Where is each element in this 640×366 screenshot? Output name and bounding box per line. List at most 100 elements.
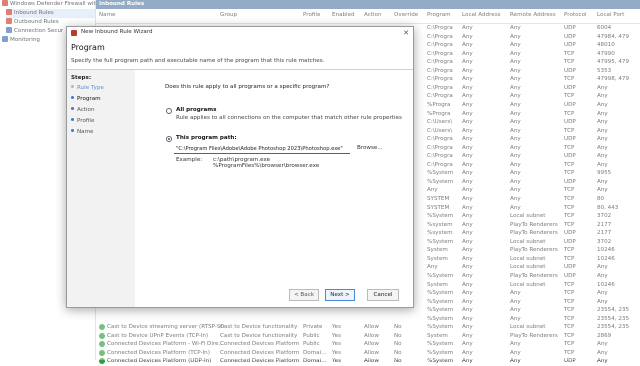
table-row[interactable]: %System Any Any TCP 23554, 235 [96, 315, 640, 324]
cell-protocol: UDP [564, 136, 576, 143]
cell-remote-address: Local subnet [510, 264, 546, 271]
program-path-input[interactable] [174, 144, 350, 154]
table-row[interactable]: Connected Devices Platform (TCP-In) Conne… [96, 349, 640, 358]
dialog-titlebar[interactable]: New Inbound Rule Wizard ✕ [67, 27, 413, 39]
column-header-override[interactable]: Override [394, 12, 418, 18]
column-header-protocol[interactable]: Protocol [564, 12, 587, 18]
cell-action: Allow [364, 341, 379, 348]
cell-remote-address: Any [510, 153, 521, 160]
cell-local-port: 80, 443 [597, 204, 619, 211]
all-programs-description: Rule applies to all connections on the c… [176, 115, 402, 121]
cell-local-address: Any [462, 67, 473, 74]
table-row[interactable]: Connected Devices Platform (UDP-In) Conne… [96, 357, 640, 366]
cell-remote-address: Any [510, 161, 521, 168]
cell-remote-address: Any [510, 196, 521, 202]
step-profile[interactable]: Profile [71, 118, 94, 124]
cancel-button[interactable]: Cancel [367, 289, 399, 301]
grid-title: Inbound Rules [96, 0, 640, 9]
step-label: Program [77, 96, 101, 102]
column-header-program[interactable]: Program [427, 12, 451, 18]
cell-action: Allow [364, 324, 379, 331]
tree-item-inbound-rules[interactable]: Inbound Rules [6, 9, 95, 18]
monitoring-icon [2, 36, 8, 42]
cell-protocol: TCP [564, 161, 575, 168]
column-header-remote-address[interactable]: Remote Address [510, 12, 556, 18]
cell-name: Connected Devices Platform (TCP-In) [107, 349, 210, 356]
step-program[interactable]: Program [71, 96, 101, 102]
cell-local-address: Any [462, 230, 473, 237]
enabled-check-icon [99, 358, 105, 365]
close-icon[interactable]: ✕ [401, 28, 411, 38]
table-row[interactable]: Connected Devices Platform - Wi-Fi Dire.… [96, 340, 640, 349]
cell-protocol: TCP [564, 290, 575, 297]
step-label: Action [77, 107, 95, 113]
cell-program: C:\Progra [427, 144, 453, 151]
cell-remote-address: Local subnet [510, 255, 546, 262]
cell-local-address: Any [462, 144, 473, 151]
cell-local-port: 47984, 479 [597, 33, 630, 40]
cell-local-address: Any [462, 101, 473, 108]
cell-local-address: Any [462, 76, 473, 83]
this-program-radio[interactable] [166, 136, 172, 142]
cell-local-port: Any [597, 264, 608, 271]
cell-remote-address: Any [510, 341, 521, 348]
page-subtitle: Specify the full program path and execut… [71, 58, 325, 64]
cell-protocol: UDP [564, 358, 576, 365]
column-header-profile[interactable]: Profile [303, 12, 320, 18]
tree-item-monitoring[interactable]: Monitoring [2, 36, 40, 45]
tree-root[interactable]: Windows Defender Firewall with [2, 0, 99, 9]
browse-button[interactable]: Browse... [357, 145, 383, 151]
column-header-local-address[interactable]: Local Address [462, 12, 501, 18]
cell-program: Any [427, 187, 438, 194]
cell-profile: Public [303, 341, 320, 348]
cell-program: SYSTEM [427, 196, 450, 202]
cell-local-port: Any [597, 93, 608, 100]
cell-program: %System [427, 238, 454, 245]
this-program-label[interactable]: This program path: [176, 135, 237, 141]
connection-security-icon [6, 27, 12, 33]
cell-remote-address: Any [510, 84, 521, 91]
cell-local-port: 47998, 479 [597, 76, 630, 83]
cell-protocol: TCP [564, 76, 575, 83]
cell-local-address: Any [462, 178, 473, 185]
cell-local-port: Any [597, 144, 608, 151]
cell-local-port: Any [597, 127, 608, 134]
cell-profile: Private [303, 324, 323, 331]
cell-local-address: Any [462, 110, 473, 117]
cell-remote-address: Local subnet [510, 281, 546, 288]
cell-group: Connected Devices Platform [220, 349, 300, 356]
tree-item-label: Inbound Rules [14, 10, 54, 16]
cell-protocol: TCP [564, 298, 575, 305]
all-programs-label[interactable]: All programs [176, 107, 216, 113]
column-header-action[interactable]: Action [364, 12, 382, 18]
cell-local-port: Any [597, 272, 608, 279]
column-header-enabled[interactable]: Enabled [332, 12, 355, 18]
cell-program: %System [427, 324, 454, 331]
tree-item-connection-security[interactable]: Connection Secur [6, 27, 63, 36]
cell-remote-address: Any [510, 25, 521, 31]
cell-local-address: Any [462, 264, 473, 271]
cell-local-address: Any [462, 358, 473, 365]
cell-protocol: TCP [564, 213, 575, 220]
cell-local-port: 2177 [597, 221, 612, 228]
cell-local-port: Any [597, 161, 608, 168]
tree-item-outbound-rules[interactable]: Outbound Rules [6, 18, 59, 27]
cell-protocol: UDP [564, 264, 576, 271]
step-rule-type[interactable]: Rule Type [71, 85, 104, 91]
step-name[interactable]: Name [71, 129, 94, 135]
cell-local-address: Any [462, 84, 473, 91]
next-button[interactable]: Next > [325, 289, 355, 301]
back-button[interactable]: < Back [289, 289, 319, 301]
cell-group: Cast to Device functionality [220, 332, 298, 339]
table-row[interactable]: Cast to Device UPnP Events (TCP-In) Cast … [96, 332, 640, 341]
cell-name: Connected Devices Platform - Wi-Fi Dire.… [107, 341, 224, 348]
cell-local-port: 3702 [597, 213, 612, 220]
table-row[interactable]: Cast to Device streaming server (RTSP-St… [96, 323, 640, 332]
column-header-name[interactable]: Name [99, 12, 116, 18]
cell-name: Connected Devices Platform (UDP-In) [107, 358, 212, 365]
cell-program: C:\Progra [427, 50, 453, 57]
column-header-local-port[interactable]: Local Port [597, 12, 624, 18]
all-programs-radio[interactable] [166, 108, 172, 114]
step-action[interactable]: Action [71, 107, 95, 113]
column-header-group[interactable]: Group [220, 12, 237, 18]
